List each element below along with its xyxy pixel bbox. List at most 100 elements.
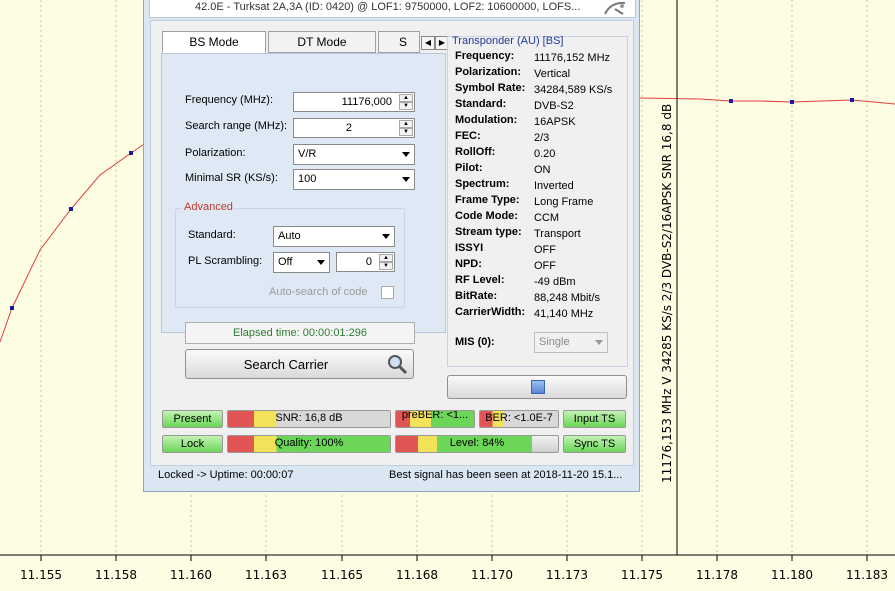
lock-label: Lock xyxy=(180,438,205,450)
search-range-value: 2 xyxy=(345,122,352,134)
mis-label: MIS (0): xyxy=(455,336,495,348)
transponder-key: CarrierWidth: xyxy=(455,306,526,318)
list-window-icon xyxy=(531,380,545,394)
advanced-group: Advanced Standard: Auto PL Scrambling: O… xyxy=(175,201,405,308)
preber-label: preBER: <1... xyxy=(401,410,469,421)
spin-down-icon[interactable]: ▼ xyxy=(379,262,393,270)
minimal-sr-select[interactable]: 100 xyxy=(293,169,415,190)
transponder-value: 2/3 xyxy=(534,132,550,144)
search-carrier-label: Search Carrier xyxy=(243,357,329,372)
spin-up-icon[interactable]: ▲ xyxy=(379,254,393,262)
lock-indicator: Lock xyxy=(162,435,223,453)
transponder-key: BitRate: xyxy=(455,290,498,302)
frequency-input[interactable]: 11176,000 ▲ ▼ xyxy=(293,92,415,112)
spectrum-point xyxy=(69,207,73,211)
input-ts-indicator: Input TS xyxy=(563,410,626,428)
level-label: Level: 84% xyxy=(449,437,505,449)
tab-bs-mode[interactable]: BS Mode xyxy=(162,31,266,53)
quality-label: Quality: 100% xyxy=(274,437,344,449)
transponder-value: 0.20 xyxy=(534,148,556,160)
sync-ts-indicator: Sync TS xyxy=(563,435,626,453)
satellite-dish-icon xyxy=(604,1,626,15)
transponder-value: ON xyxy=(534,164,551,176)
tab-s-mode[interactable]: S xyxy=(378,31,420,53)
preber-indicator: preBER: <1... xyxy=(395,410,475,428)
sync-ts-label: Sync TS xyxy=(573,438,616,450)
search-carrier-button[interactable]: Search Carrier xyxy=(185,349,414,379)
tab-dt-mode[interactable]: DT Mode xyxy=(268,31,376,53)
transponder-key: Pilot: xyxy=(455,162,483,174)
transponder-key: Spectrum: xyxy=(455,178,510,190)
dialog-title: 42.0E - Turksat 2A,3A (ID: 0420) @ LOF1:… xyxy=(195,1,581,13)
autosearch-checkbox[interactable] xyxy=(381,286,394,299)
spin-down-icon[interactable]: ▼ xyxy=(399,128,413,136)
transponder-key: Frequency: xyxy=(455,50,515,62)
x-tick-label: 11.183 xyxy=(846,568,888,582)
x-tick-label: 11.173 xyxy=(546,568,588,582)
polarization-select[interactable]: V/R xyxy=(293,144,415,165)
transponder-key: RF Level: xyxy=(455,274,505,286)
elapsed-time: Elapsed time: 00:00:01:296 xyxy=(185,322,415,344)
transponder-value: Long Frame xyxy=(534,196,594,208)
transponder-value: OFF xyxy=(534,260,556,272)
x-tick-label: 11.175 xyxy=(621,568,663,582)
transponder-key: Code Mode: xyxy=(455,210,518,222)
dialog-title-bar: 42.0E - Turksat 2A,3A (ID: 0420) @ LOF1:… xyxy=(149,0,636,18)
search-range-input[interactable]: 2 ▲ ▼ xyxy=(293,118,415,138)
standard-label: Standard: xyxy=(188,229,236,241)
transponder-value: 11176,152 MHz xyxy=(534,52,611,64)
minimal-sr-value: 100 xyxy=(298,173,317,185)
transponder-key: Symbol Rate: xyxy=(455,82,526,94)
carrier-search-dialog: 42.0E - Turksat 2A,3A (ID: 0420) @ LOF1:… xyxy=(143,0,640,492)
x-tick-label: 11.155 xyxy=(20,568,62,582)
transponder-value: CCM xyxy=(534,212,560,224)
x-tick-label: 11.180 xyxy=(771,568,813,582)
polarization-label: Polarization: xyxy=(185,147,246,159)
standard-select[interactable]: Auto xyxy=(273,226,395,247)
transponder-value: Transport xyxy=(534,228,581,240)
spin-up-icon[interactable]: ▲ xyxy=(399,94,413,102)
pl-scrambling-select[interactable]: Off xyxy=(273,252,330,273)
ber-indicator: BER: <1.0E-7 xyxy=(479,410,559,428)
frequency-label: Frequency (MHz): xyxy=(185,94,274,106)
spin-up-icon[interactable]: ▲ xyxy=(399,120,413,128)
chevron-down-icon xyxy=(595,340,603,345)
transponder-list-button[interactable] xyxy=(447,375,627,399)
transponder-key: Stream type: xyxy=(455,226,522,238)
transponder-key: Modulation: xyxy=(455,114,518,126)
transponder-key: ISSYI xyxy=(455,242,484,254)
x-tick-label: 11.170 xyxy=(471,568,513,582)
status-best-signal: Best signal has been seen at 2018-11-20 … xyxy=(389,469,623,481)
transponder-key: RollOff: xyxy=(455,146,496,158)
transponder-value: 41,140 MHz xyxy=(534,308,594,320)
spectrum-point xyxy=(729,99,733,103)
transponder-key: NPD: xyxy=(455,258,482,270)
x-tick-label: 11.158 xyxy=(95,568,137,582)
snr-label: SNR: 16,8 dB xyxy=(275,412,343,424)
spin-down-icon[interactable]: ▼ xyxy=(399,102,413,110)
x-tick-label: 11.160 xyxy=(170,568,212,582)
chevron-down-icon xyxy=(382,234,390,239)
transponder-panel: Transponder (AU) [BS] Frequency: 11176,15… xyxy=(447,35,628,367)
x-tick-label: 11.163 xyxy=(245,568,287,582)
pl-scrambling-value: Off xyxy=(278,256,293,268)
carrier-info-label: 11176,153 MHz V 34285 KS/s 2/3 DVB-S2/16… xyxy=(660,103,674,483)
transponder-value: 88,248 Mbit/s xyxy=(534,292,601,304)
status-uptime: Locked -> Uptime: 00:00:07 xyxy=(158,469,294,481)
frequency-value: 11176,000 xyxy=(341,96,392,108)
transponder-value: 16APSK xyxy=(534,116,576,128)
minimal-sr-label: Minimal SR (KS/s): xyxy=(185,172,278,184)
spectrum-point xyxy=(850,98,854,102)
tab-scroll-left-icon[interactable]: ◀ xyxy=(421,36,435,50)
transponder-key: FEC: xyxy=(455,130,481,142)
mis-select[interactable]: Single xyxy=(534,332,608,353)
present-indicator: Present xyxy=(162,410,223,428)
standard-value: Auto xyxy=(278,230,301,242)
present-label: Present xyxy=(173,413,212,425)
transponder-value: DVB-S2 xyxy=(534,100,574,112)
mis-value: Single xyxy=(539,336,570,348)
pl-scrambling-code-input[interactable]: 0 ▲ ▼ xyxy=(336,252,395,272)
magnifier-icon xyxy=(388,355,408,375)
pl-scrambling-label: PL Scrambling: xyxy=(188,255,263,267)
advanced-title: Advanced xyxy=(182,201,235,213)
